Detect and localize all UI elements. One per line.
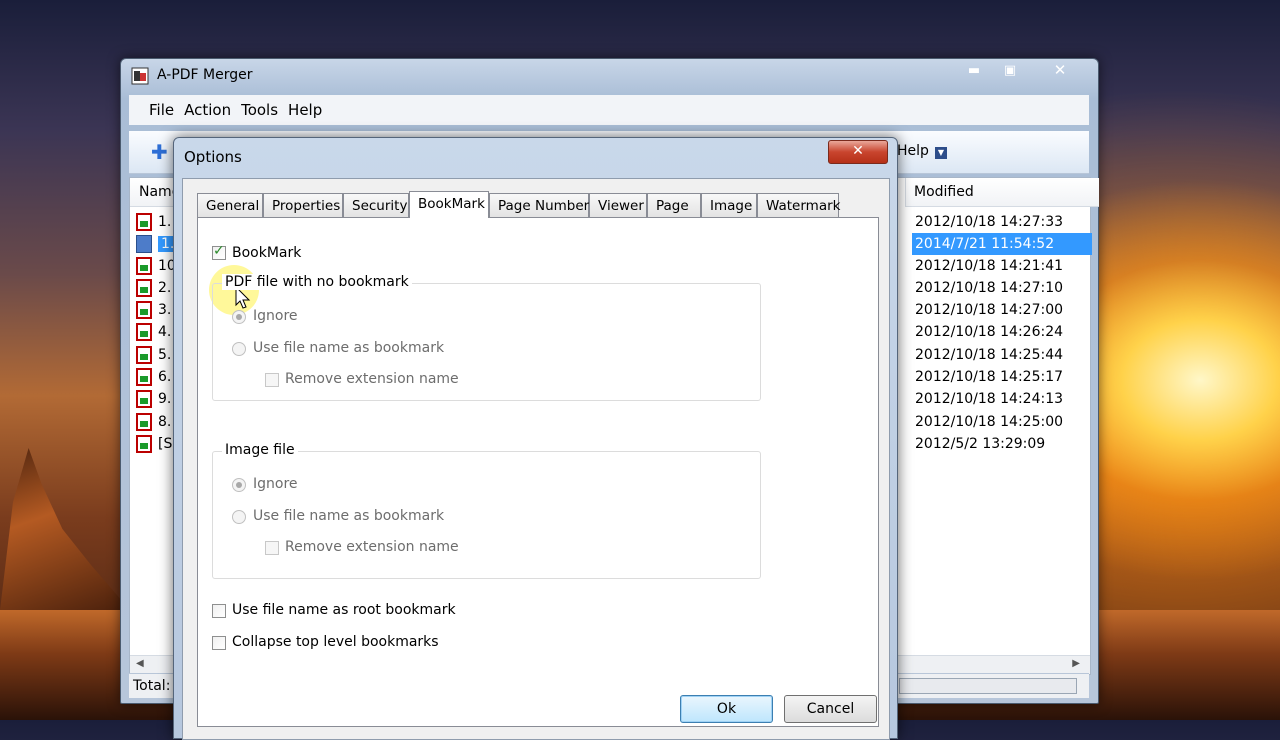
modified-cell[interactable]: 2012/10/18 14:25:00: [912, 411, 1092, 433]
options-dialog: Options ✕ General Properties Security Bo…: [173, 137, 898, 740]
menu-bar: File Action Tools Help: [129, 95, 1089, 125]
tab-page-number[interactable]: Page Number: [489, 193, 589, 217]
dialog-body: General Properties Security BookMark Pag…: [182, 178, 890, 740]
pdf-remove-ext-label[interactable]: Remove extension name: [285, 371, 459, 387]
image-remove-ext-label[interactable]: Remove extension name: [285, 539, 459, 555]
modified-cell[interactable]: 2012/10/18 14:25:17: [912, 366, 1092, 388]
pdf-ignore-label[interactable]: Ignore: [253, 308, 298, 324]
list-item[interactable]: 6.: [136, 366, 171, 388]
modified-cell[interactable]: 2012/10/18 14:27:00: [912, 299, 1092, 321]
pdf-remove-ext-checkbox[interactable]: [265, 373, 279, 387]
pdf-group-title: PDF file with no bookmark: [222, 274, 412, 290]
progress-bar: [899, 678, 1077, 694]
bookmark-checkbox[interactable]: [212, 243, 226, 260]
dialog-title: Options: [184, 148, 242, 166]
dialog-close-button[interactable]: ✕: [828, 140, 888, 164]
image-group-title: Image file: [222, 442, 298, 458]
image-file-icon: [136, 235, 152, 253]
root-bookmark-label[interactable]: Use file name as root bookmark: [232, 602, 456, 618]
menu-action[interactable]: Action: [184, 101, 231, 119]
modified-cell[interactable]: 2012/5/2 13:29:09: [912, 433, 1092, 455]
cancel-button[interactable]: Cancel: [784, 695, 877, 723]
pdf-file-icon: [136, 257, 152, 275]
chevron-down-icon[interactable]: ▼: [935, 147, 947, 159]
toolbar-help-button[interactable]: Help: [897, 143, 929, 159]
minimize-button[interactable]: ▬: [959, 59, 989, 81]
pdf-file-icon: [136, 301, 152, 319]
ok-button[interactable]: Ok: [680, 695, 773, 723]
pdf-file-icon: [136, 368, 152, 386]
status-total-label: Total:: [133, 678, 171, 694]
pdf-use-name-label[interactable]: Use file name as bookmark: [253, 340, 444, 356]
maximize-button[interactable]: ▣: [993, 59, 1027, 81]
bookmark-checkbox-label[interactable]: BookMark: [232, 245, 301, 261]
add-icon[interactable]: ✚: [151, 142, 169, 162]
pdf-file-icon: [136, 323, 152, 341]
collapse-bookmarks-checkbox[interactable]: [212, 636, 226, 650]
list-item[interactable]: 3.: [136, 299, 171, 321]
desktop-rock: [0, 448, 130, 610]
image-use-name-radio[interactable]: [232, 510, 246, 524]
modified-cell[interactable]: 2012/10/18 14:26:24: [912, 321, 1092, 343]
app-icon: [131, 67, 149, 85]
pdf-use-name-radio[interactable]: [232, 342, 246, 356]
modified-cell[interactable]: 2012/10/18 14:27:10: [912, 277, 1092, 299]
column-header-modified[interactable]: Modified: [905, 178, 1099, 207]
image-remove-ext-checkbox[interactable]: [265, 541, 279, 555]
tab-viewer[interactable]: Viewer: [589, 193, 647, 217]
pdf-file-icon: [136, 213, 152, 231]
pdf-ignore-radio[interactable]: [232, 310, 246, 324]
root-bookmark-checkbox[interactable]: [212, 604, 226, 618]
bookmark-panel: BookMark PDF file with no bookmark Ignor…: [197, 217, 879, 727]
list-item[interactable]: 2.: [136, 277, 171, 299]
collapse-bookmarks-label[interactable]: Collapse top level bookmarks: [232, 634, 439, 650]
tab-page[interactable]: Page: [647, 193, 701, 217]
tab-general[interactable]: General: [197, 193, 263, 217]
modified-cell[interactable]: 2012/10/18 14:27:33: [912, 211, 1092, 233]
list-item[interactable]: 9.: [136, 388, 171, 410]
list-item[interactable]: 8.: [136, 411, 171, 433]
pdf-file-icon: [136, 435, 152, 453]
list-item[interactable]: 10: [136, 255, 176, 277]
list-item[interactable]: 4.: [136, 321, 171, 343]
list-item[interactable]: 1.: [136, 233, 178, 255]
pdf-file-icon: [136, 279, 152, 297]
menu-file[interactable]: File: [149, 101, 174, 119]
scroll-right-icon[interactable]: ▶: [1072, 658, 1080, 669]
modified-cell-selected[interactable]: 2014/7/21 11:54:52: [912, 233, 1092, 255]
tab-image[interactable]: Image: [701, 193, 757, 217]
modified-cell[interactable]: 2012/10/18 14:24:13: [912, 388, 1092, 410]
image-ignore-label[interactable]: Ignore: [253, 476, 298, 492]
modified-cell[interactable]: 2012/10/18 14:25:44: [912, 344, 1092, 366]
pdf-file-icon: [136, 413, 152, 431]
tab-security[interactable]: Security: [343, 193, 409, 217]
close-button[interactable]: ✕: [1031, 59, 1089, 81]
window-title: A-PDF Merger: [157, 67, 253, 83]
list-item[interactable]: 5.: [136, 344, 171, 366]
menu-help[interactable]: Help: [288, 101, 322, 119]
pdf-file-icon: [136, 390, 152, 408]
list-item[interactable]: [S: [136, 433, 172, 455]
tab-watermark[interactable]: Watermark: [757, 193, 840, 217]
tab-bookmark[interactable]: BookMark: [409, 191, 489, 218]
modified-cell[interactable]: 2012/10/18 14:21:41: [912, 255, 1092, 277]
menu-tools[interactable]: Tools: [241, 101, 278, 119]
scroll-left-icon[interactable]: ◀: [136, 658, 144, 669]
tab-properties[interactable]: Properties: [263, 193, 343, 217]
list-item[interactable]: 1.: [136, 211, 171, 233]
image-use-name-label[interactable]: Use file name as bookmark: [253, 508, 444, 524]
image-ignore-radio[interactable]: [232, 478, 246, 492]
pdf-file-icon: [136, 346, 152, 364]
